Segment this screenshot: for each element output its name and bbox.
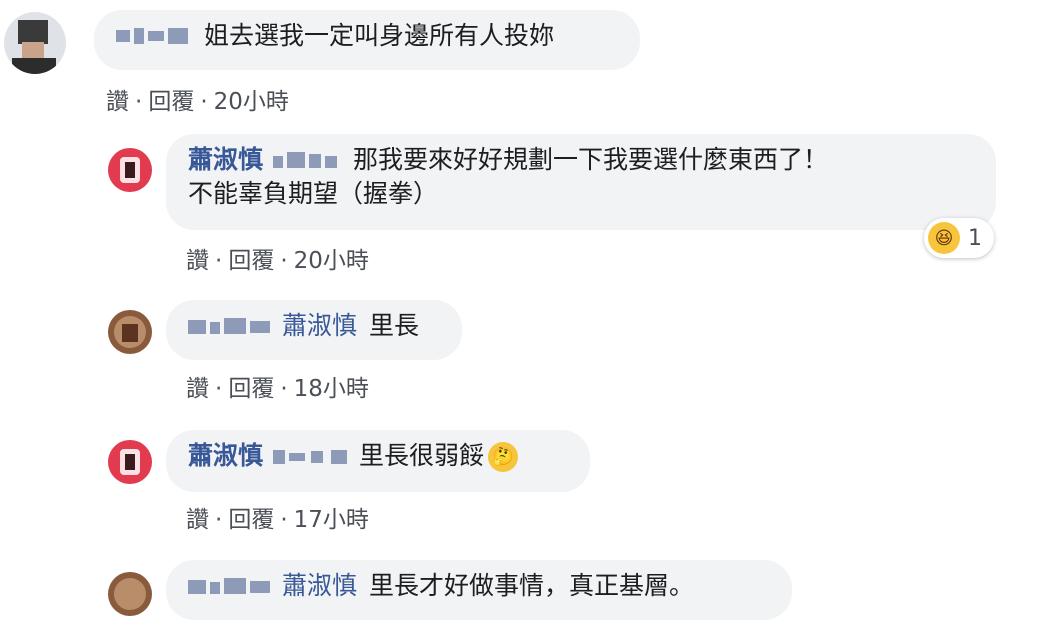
reply-link[interactable]: 回覆	[148, 89, 194, 115]
laughing-emoji-icon: 😆	[928, 222, 960, 254]
separator: ·	[280, 248, 288, 274]
comment-bubble: 姐去選我一定叫身邊所有人投妳	[94, 10, 640, 70]
comment-actions: 讚 · 回覆 · 17小時	[186, 500, 369, 534]
comment-bubble: 蕭淑慎 那我要來好好規劃一下我要選什麼東西了！ 不能辜負期望（握拳）	[166, 134, 996, 230]
comment-text: 里長	[369, 311, 420, 340]
comment-bubble: 蕭淑慎 里長才好做事情，真正基層。	[166, 560, 792, 620]
blurred-author-name	[273, 152, 339, 170]
comment-text: 里長很弱餒	[359, 441, 485, 470]
timestamp-link[interactable]: 18小時	[294, 376, 369, 402]
blurred-author-name	[188, 578, 272, 596]
separator: ·	[215, 248, 223, 274]
comment-text: 姐去選我一定叫身邊所有人投妳	[204, 21, 555, 50]
reply-link[interactable]: 回覆	[228, 248, 274, 274]
like-link[interactable]: 讚	[186, 248, 209, 274]
like-link[interactable]: 讚	[106, 89, 129, 115]
tagged-name[interactable]: 蕭淑慎	[282, 311, 357, 340]
separator: ·	[200, 89, 208, 115]
separator: ·	[135, 89, 143, 115]
comment-actions: 讚 · 回覆 · 20小時	[106, 82, 289, 116]
timestamp-link[interactable]: 20小時	[214, 89, 289, 115]
like-link[interactable]: 讚	[186, 376, 209, 402]
separator: ·	[280, 507, 288, 533]
author-avatar[interactable]	[108, 148, 152, 192]
comment-text: 那我要來好好規劃一下我要選什麼東西了！	[353, 145, 829, 174]
author-avatar[interactable]	[108, 440, 152, 484]
comment-bubble: 蕭淑慎 里長很弱餒 🤔	[166, 430, 590, 492]
commenter-avatar[interactable]	[108, 310, 152, 354]
reply-link[interactable]: 回覆	[228, 376, 274, 402]
comment-bubble: 蕭淑慎 里長	[166, 300, 462, 360]
comment-actions: 讚 · 回覆 · 18小時	[186, 369, 369, 403]
thinking-emoji-icon: 🤔	[488, 442, 519, 472]
comment-text-line-2: 不能辜負期望（握拳）	[188, 179, 439, 208]
like-link[interactable]: 讚	[186, 507, 209, 533]
separator: ·	[215, 507, 223, 533]
blurred-author-name	[116, 28, 190, 46]
author-name[interactable]: 蕭淑慎	[188, 441, 263, 470]
separator: ·	[215, 376, 223, 402]
reaction-count: 1	[968, 225, 982, 251]
blurred-author-name	[188, 318, 272, 336]
reply-link[interactable]: 回覆	[228, 507, 274, 533]
blurred-author-name	[273, 448, 349, 466]
timestamp-link[interactable]: 20小時	[294, 248, 369, 274]
commenter-avatar[interactable]	[4, 12, 66, 74]
reaction-summary[interactable]: 😆 1	[924, 218, 994, 258]
commenter-avatar[interactable]	[108, 572, 152, 616]
separator: ·	[280, 376, 288, 402]
comment-actions: 讚 · 回覆 · 20小時	[186, 241, 369, 275]
timestamp-link[interactable]: 17小時	[294, 507, 369, 533]
author-name[interactable]: 蕭淑慎	[188, 145, 263, 174]
